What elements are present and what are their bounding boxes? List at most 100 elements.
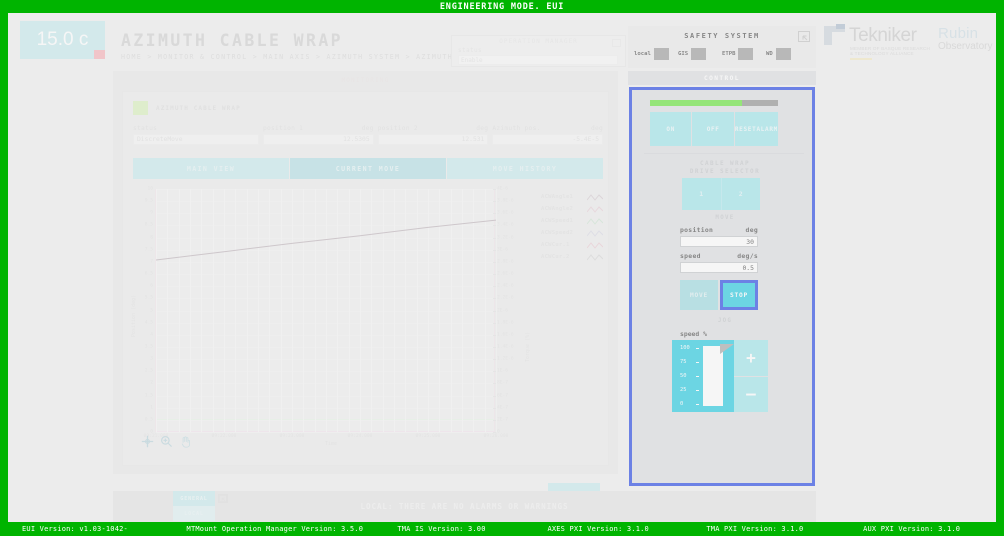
legend-item[interactable]: ACWAngle2 — [541, 203, 603, 215]
cable-wrap-card: AZIMUTH CABLE WRAP status DiscreteMove p… — [122, 91, 609, 536]
field-position-1-unit: deg — [361, 125, 374, 132]
chart-y2-tick-label: 6E-7 — [497, 393, 509, 399]
field-azimuth-position-value: -5.4E-5 — [492, 134, 604, 145]
chart-plot-area[interactable]: 0 0.5 1 1.5 2 2.5 3 3.5 4 4.5 5 5.5 6 6.5 7 7.5 8 8.5 9 9.5… — [144, 187, 514, 440]
chart-y2-tick-label: 3.8E-6 — [497, 198, 514, 204]
jog-slider-track[interactable] — [703, 346, 723, 406]
tab-move-history[interactable]: MOVE HISTORY — [447, 158, 603, 179]
legend-sparkline-icon — [587, 217, 603, 225]
legend-item[interactable]: ACWAngle1 — [541, 191, 603, 203]
status-badge — [133, 101, 148, 115]
field-position-1-value: 12.5305 — [262, 134, 374, 145]
power-progress-fill — [650, 100, 743, 106]
safety-label: GIS — [678, 51, 689, 57]
legend-label: ACWCur.1 — [541, 242, 570, 248]
chart-y-tick-label: 8 — [150, 235, 153, 241]
position-input[interactable]: 30 — [680, 236, 758, 247]
jog-step-buttons: + – — [734, 340, 768, 412]
legend-label: ACWAngle2 — [541, 206, 574, 212]
tekniker-wordmark: Tekniker — [849, 25, 917, 46]
legend-item[interactable]: ACWSpeed1 — [541, 215, 603, 227]
chart-x-tick-label: 09:26.000 — [483, 434, 509, 439]
reset-alarm-button[interactable]: RESET ALARM — [734, 112, 778, 146]
version-tma-is: TMA IS Version: 3.00 — [397, 525, 486, 533]
version-tma-pxi: TMA PXI Version: 3.1.0 — [706, 525, 804, 533]
tekniker-tagline: MEMBER OF BASQUE RESEARCH & TECHNOLOGY A… — [850, 46, 931, 57]
chart-y2-tick-label: 1.2E-6 — [497, 356, 514, 362]
chart-y-tick-label: 8.5 — [144, 222, 153, 228]
move-button[interactable]: MOVE — [680, 280, 718, 310]
jog-speed-label: speed % — [680, 330, 707, 338]
jog-decrease-button[interactable]: – — [734, 376, 768, 412]
jog-speed-slider[interactable]: 100 75 50 25 0 — [672, 340, 734, 412]
speed-input[interactable]: 0.5 — [680, 262, 758, 273]
control-box: ON OFF RESET ALARM CABLE WRAP DRIVE SELE… — [629, 87, 815, 486]
jog-increase-button[interactable]: + — [734, 340, 768, 377]
legend-label: ACWCur.2 — [541, 254, 570, 260]
jog-controls: 100 75 50 25 0 + – — [672, 340, 768, 412]
stop-button[interactable]: STOP — [720, 280, 758, 310]
temperature-alarm-flag — [94, 50, 105, 59]
reset-alarm-line1: RESET — [734, 125, 757, 133]
power-progress-bar — [650, 100, 778, 106]
tab-current-move[interactable]: CURRENT MOVE — [290, 158, 447, 179]
field-position-1: position 1 deg 12.5305 — [262, 125, 374, 145]
popout-icon[interactable] — [798, 31, 810, 42]
power-on-button[interactable]: ON — [650, 112, 693, 146]
jog-section-title: JOG — [717, 318, 733, 324]
legend-item[interactable]: ACWCur.1 — [541, 239, 603, 251]
field-azimuth-position: Azimuth pos. deg -5.4E-5 — [492, 125, 604, 145]
chart-series-line — [156, 219, 496, 261]
chart-y2-tick-label: 2E-6 — [497, 308, 509, 313]
legend-sparkline-icon — [587, 205, 603, 213]
field-position-2: position 2 deg 12.531 — [377, 125, 489, 145]
chart-y-tick-label: 6 — [150, 283, 153, 289]
safety-indicator-local: local — [634, 48, 678, 60]
drive-selector-title: CABLE WRAP DRIVE SELECTOR — [632, 160, 818, 176]
hand-icon[interactable] — [179, 435, 192, 448]
logo-group: Tekniker MEMBER OF BASQUE RESEARCH & TEC… — [820, 18, 996, 64]
field-position-2-value: 12.531 — [377, 134, 489, 145]
legend-item[interactable]: ACWSpeed2 — [541, 227, 603, 239]
zoom-icon[interactable] — [160, 435, 173, 448]
power-off-button[interactable]: OFF — [692, 112, 735, 146]
rubin-line2: Observatory — [938, 41, 993, 52]
field-status-value: DiscreteMove — [133, 134, 259, 145]
popout-icon[interactable] — [612, 39, 621, 47]
speed-unit: deg/s — [737, 252, 758, 260]
field-position-1-label: position 1 — [262, 125, 304, 132]
field-azimuth-position-label: Azimuth pos. — [492, 125, 541, 132]
legend-sparkline-icon — [587, 229, 603, 237]
legend-sparkline-icon — [587, 193, 603, 201]
chart-y2-tick-label: 2.6E-6 — [497, 271, 514, 277]
power-buttons: ON OFF RESET ALARM — [650, 112, 778, 146]
tab-main-view[interactable]: MAIN VIEW — [133, 158, 290, 179]
legend-sparkline-icon — [587, 253, 603, 261]
chart-x-tick-label: 09:22.000 — [211, 434, 237, 439]
move-buttons: MOVE STOP — [680, 280, 758, 310]
operation-manager-title: OPERATION MANAGER — [499, 38, 578, 45]
safety-led — [738, 48, 754, 60]
tekniker-logo: Tekniker MEMBER OF BASQUE RESEARCH & TEC… — [824, 24, 930, 60]
pan-icon[interactable] — [141, 435, 154, 448]
drive-option-2[interactable]: 2 — [721, 178, 760, 210]
legend-item[interactable]: ACWCur.2 — [541, 251, 603, 263]
chart-y-tick-label: 2 — [150, 380, 153, 386]
safety-indicator-etpb: ETPB — [722, 48, 766, 60]
jog-slider-handle[interactable] — [720, 344, 734, 354]
speed-input-group: speed deg/s 0.5 — [680, 252, 758, 273]
chart-toolbar — [141, 435, 192, 448]
status-field-row: status DiscreteMove position 1 deg 12.530… — [133, 125, 604, 145]
chart-x-tick-label: 09:23.000 — [279, 434, 305, 439]
drive-option-1[interactable]: 1 — [682, 178, 722, 210]
safety-indicator-wd: WD — [766, 48, 810, 60]
chart-y-tick-label: 2.5 — [144, 368, 153, 374]
chart-y2-tick-label: 3.4E-6 — [497, 222, 514, 228]
control-sidebar: SAFETY SYSTEM local GIS ETPB WD CONTROL … — [628, 26, 816, 486]
chart-y-tick-label: 7 — [150, 259, 153, 265]
safety-led — [691, 48, 707, 60]
safety-label: ETPB — [722, 51, 736, 57]
chart-legend: ACWAngle1 ACWAngle2 ACWSpeed1 ACWSpeed2 — [541, 191, 603, 263]
chart-gridline — [156, 432, 494, 433]
operation-manager-panel: OPERATION MANAGER status Enable — [451, 35, 626, 67]
